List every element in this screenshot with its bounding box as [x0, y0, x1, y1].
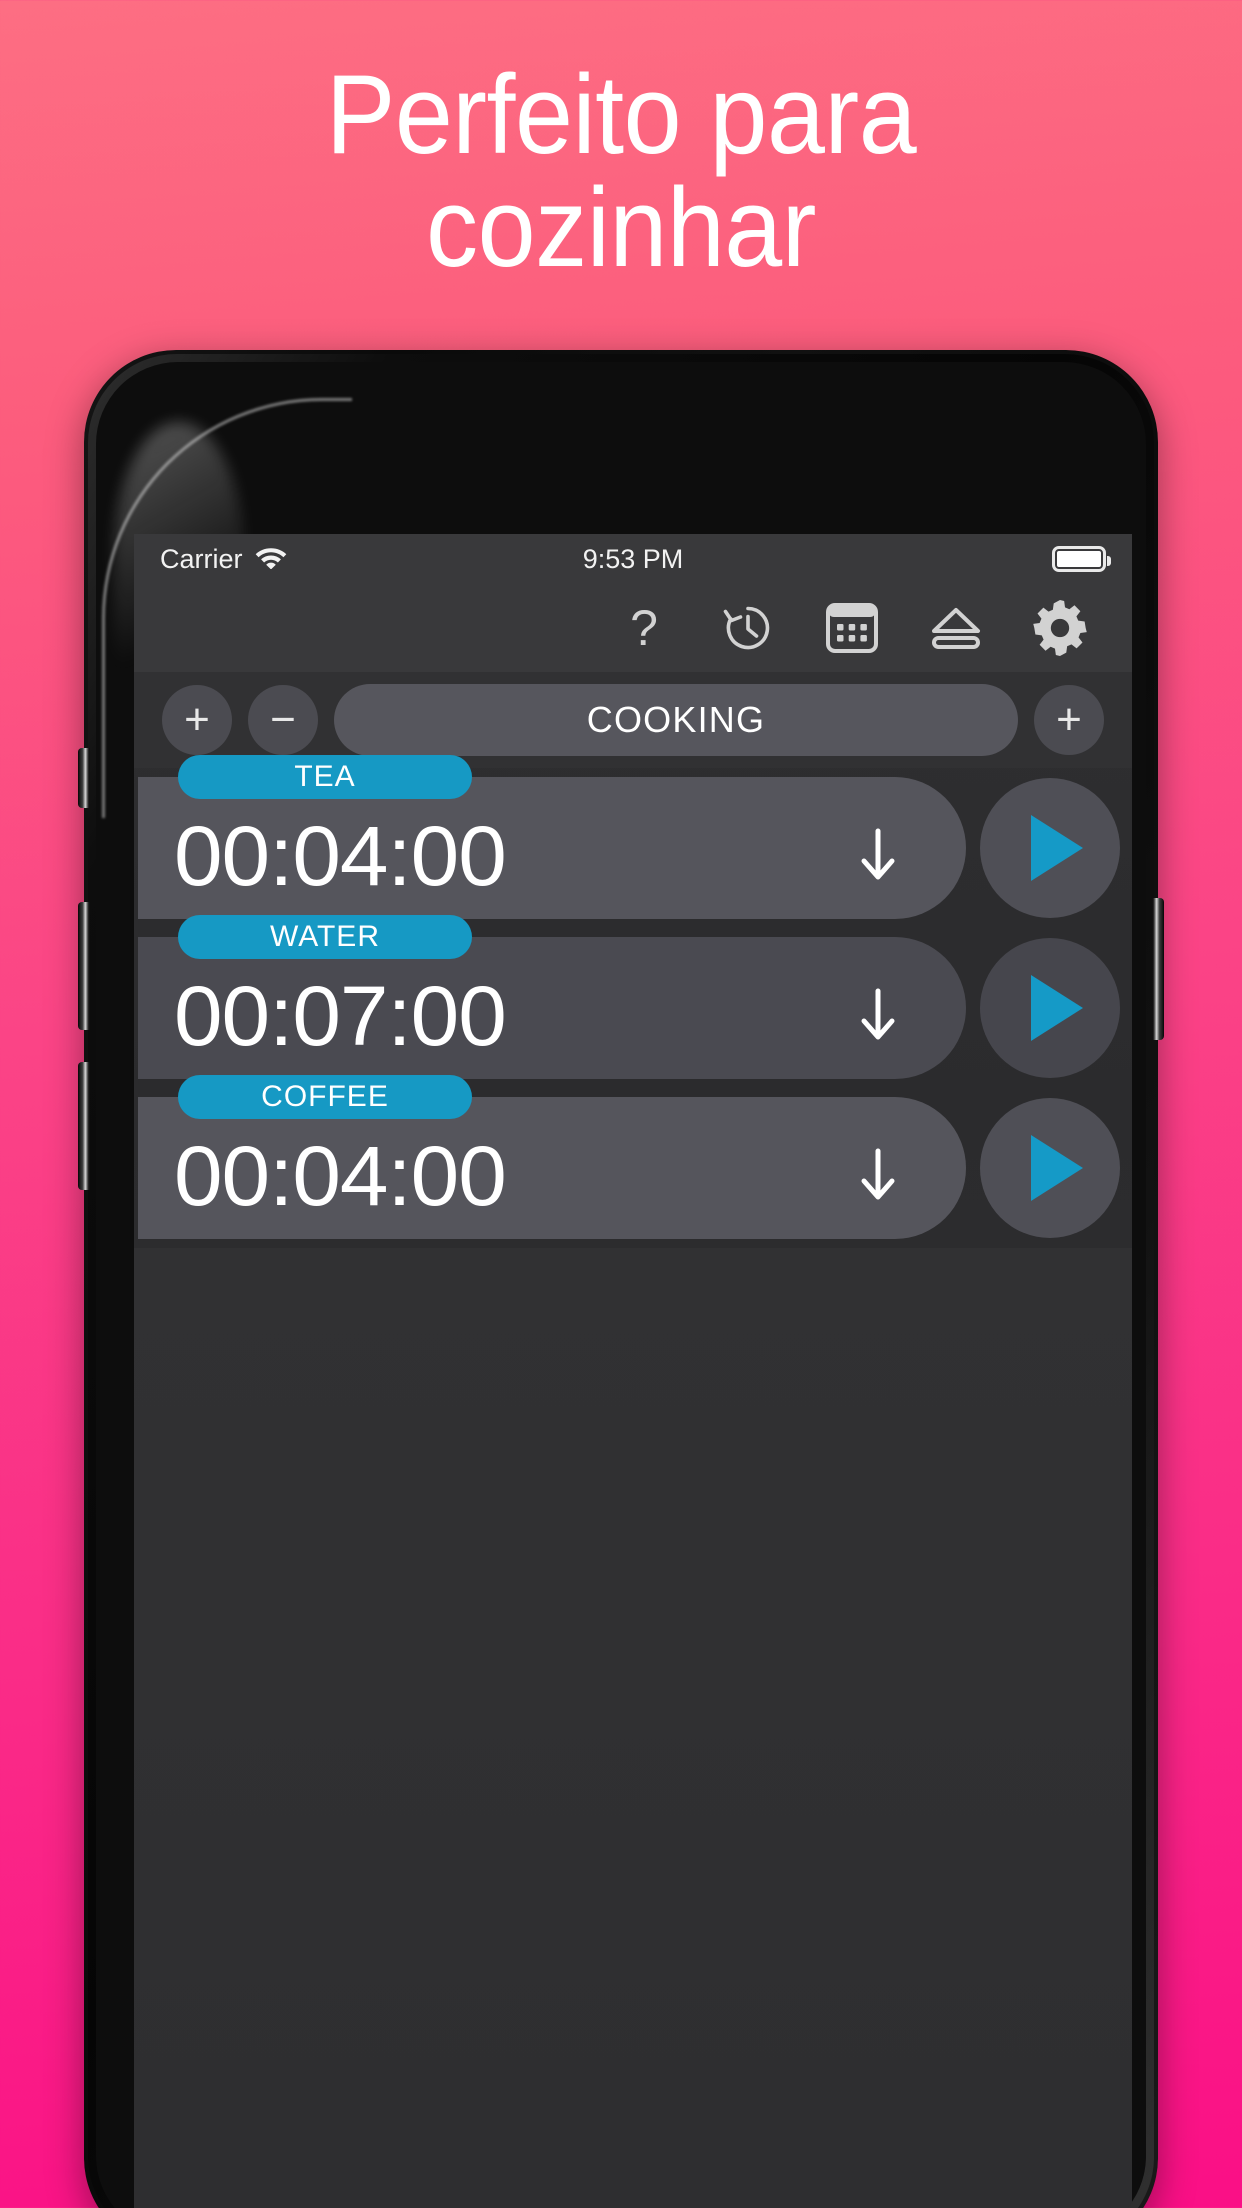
- phone-screen: Carrier 9:53 PM ? + − COOKING + TEA 00:0…: [134, 534, 1132, 2208]
- table-row[interactable]: WATER 00:07:00: [134, 915, 1132, 1088]
- status-bar-right: [1052, 546, 1111, 572]
- phone-face: Carrier 9:53 PM ? + − COOKING + TEA 00:0…: [96, 362, 1146, 2208]
- status-bar-left: Carrier: [160, 543, 288, 576]
- timer-duration[interactable]: 00:04:00: [174, 814, 507, 898]
- mute-switch-button[interactable]: [78, 748, 90, 808]
- wifi-icon: [254, 543, 288, 576]
- play-icon: [1031, 815, 1083, 881]
- carrier-label: Carrier: [160, 543, 243, 574]
- group-name-selector[interactable]: COOKING: [334, 684, 1018, 756]
- promo-headline: Perfeito para cozinhar: [43, 58, 1198, 284]
- timer-body[interactable]: COFFEE 00:04:00: [138, 1075, 966, 1239]
- play-button[interactable]: [980, 938, 1120, 1078]
- keypad-icon[interactable]: [824, 600, 880, 656]
- play-icon: [1031, 975, 1083, 1041]
- timer-duration[interactable]: 00:07:00: [174, 974, 507, 1058]
- arrow-down-icon[interactable]: [856, 1147, 900, 1210]
- play-icon: [1031, 1135, 1083, 1201]
- headline-line-1: Perfeito para: [325, 52, 917, 177]
- volume-up-button[interactable]: [78, 902, 90, 1030]
- timer-duration[interactable]: 00:04:00: [174, 1134, 507, 1218]
- remove-timer-button[interactable]: −: [248, 685, 318, 755]
- timer-name-pill[interactable]: COFFEE: [178, 1075, 472, 1119]
- timer-body[interactable]: WATER 00:07:00: [138, 915, 966, 1079]
- power-button[interactable]: [1152, 898, 1164, 1040]
- play-button[interactable]: [980, 778, 1120, 918]
- headline-line-2: cozinhar: [426, 165, 816, 290]
- eject-icon[interactable]: [928, 600, 984, 656]
- app-toolbar: ?: [134, 584, 1132, 672]
- empty-list-area: [134, 1248, 1132, 2208]
- add-group-button[interactable]: +: [1034, 685, 1104, 755]
- arrow-down-icon[interactable]: [856, 827, 900, 890]
- settings-icon[interactable]: [1032, 600, 1088, 656]
- help-icon-glyph: ?: [630, 600, 658, 656]
- add-timer-button[interactable]: +: [162, 685, 232, 755]
- timer-name-pill[interactable]: WATER: [178, 915, 472, 959]
- help-icon[interactable]: ?: [616, 600, 672, 656]
- history-icon[interactable]: [720, 600, 776, 656]
- volume-down-button[interactable]: [78, 1062, 90, 1190]
- timer-list: TEA 00:04:00 WATER 00:07:00 COFFEE 00:04…: [134, 755, 1132, 1248]
- phone-device-mockup: Carrier 9:53 PM ? + − COOKING + TEA 00:0…: [78, 350, 1164, 2208]
- group-toolbar: + − COOKING +: [134, 672, 1132, 768]
- battery-full-icon: [1052, 546, 1111, 572]
- table-row[interactable]: COFFEE 00:04:00: [134, 1075, 1132, 1248]
- table-row[interactable]: TEA 00:04:00: [134, 755, 1132, 928]
- play-button[interactable]: [980, 1098, 1120, 1238]
- timer-body[interactable]: TEA 00:04:00: [138, 755, 966, 919]
- status-bar: Carrier 9:53 PM: [134, 534, 1132, 584]
- timer-name-pill[interactable]: TEA: [178, 755, 472, 799]
- arrow-down-icon[interactable]: [856, 987, 900, 1050]
